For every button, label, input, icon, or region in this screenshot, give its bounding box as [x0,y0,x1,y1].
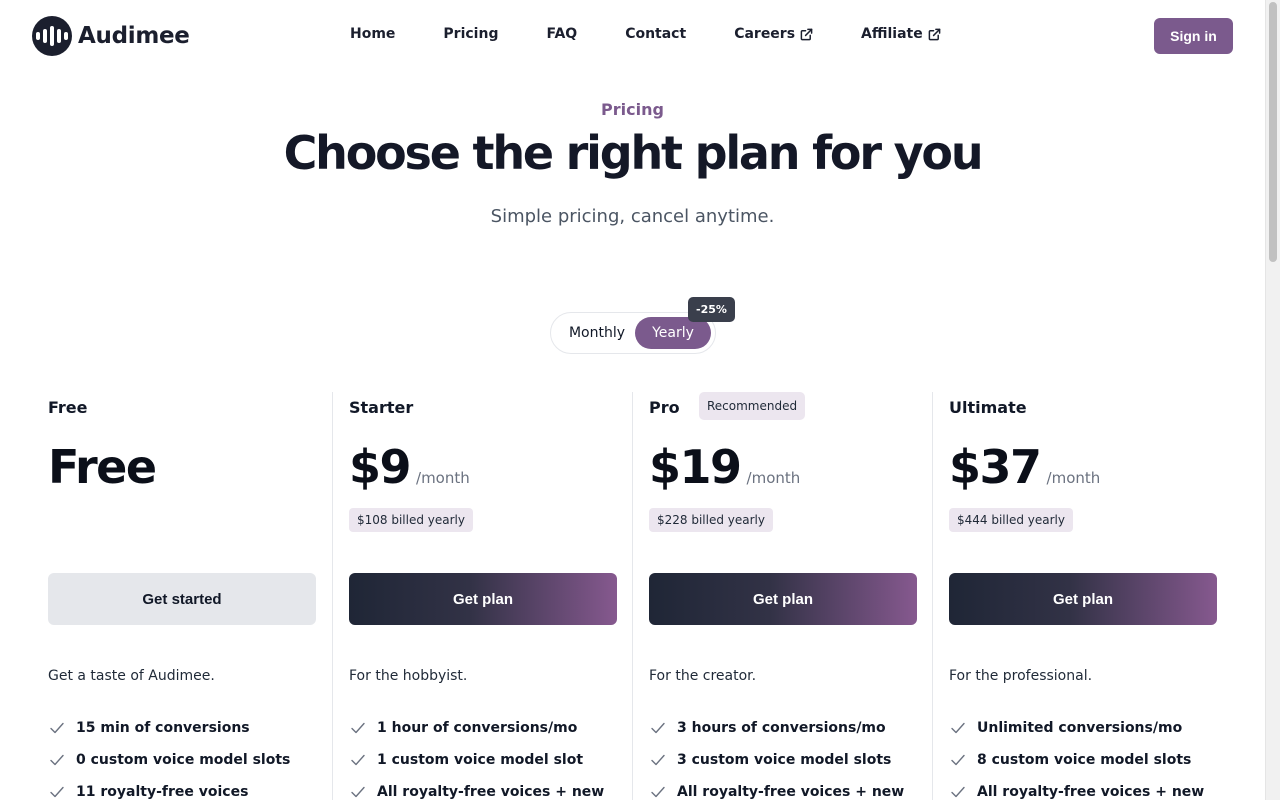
nav-home-label: Home [350,26,396,42]
plan-price: $37 /month [949,440,1100,494]
feature-text: 3 custom voice model slots [677,752,892,768]
check-icon [951,786,965,798]
feature-item: 3 custom voice model slots [649,744,904,776]
billed-yearly-badge: $108 billed yearly [349,508,473,532]
price-amount: $9 [349,440,412,494]
price-amount: $19 [649,440,742,494]
feature-item: 11 royalty-free voices [48,776,290,800]
waveform-logo-icon [32,16,72,56]
feature-text: 8 custom voice model slots [977,752,1192,768]
price-amount: $37 [949,440,1042,494]
nav-faq-label: FAQ [546,26,578,42]
check-icon [651,722,665,734]
plan-name: Ultimate [949,398,1027,417]
sign-in-button[interactable]: Sign in [1154,18,1233,54]
get-plan-button[interactable]: Get plan [649,573,917,625]
check-icon [351,754,365,766]
site-header: Audimee Home Pricing FAQ Contact Careers… [0,0,1265,72]
feature-list: 3 hours of conversions/mo 3 custom voice… [649,712,904,800]
feature-text: All royalty-free voices + new [377,784,605,800]
feature-item: Unlimited conversions/mo [949,712,1204,744]
external-link-icon [928,28,941,40]
nav-affiliate-label: Affiliate [861,26,923,42]
pricing-eyebrow: Pricing [601,100,664,119]
plans-grid: Free Free Get started Get a taste of Aud… [32,392,1233,800]
feature-item: 1 hour of conversions/mo [349,712,604,744]
nav-affiliate[interactable]: Affiliate [861,26,941,42]
feature-list: Unlimited conversions/mo 8 custom voice … [949,712,1204,800]
plan-description: For the creator. [649,668,757,684]
check-icon [651,754,665,766]
toggle-monthly[interactable]: Monthly [557,317,637,349]
feature-item: 15 min of conversions [48,712,290,744]
nav-contact[interactable]: Contact [625,26,686,42]
feature-item: All royalty-free voices + new [349,776,604,800]
price-amount: Free [48,440,157,494]
scrollbar-thumb[interactable] [1269,2,1277,262]
get-plan-button[interactable]: Get plan [949,573,1217,625]
plan-price: $19 /month [649,440,800,494]
plan-name: Starter [349,398,414,417]
billed-yearly-badge: $444 billed yearly [949,508,1073,532]
plan-name: Pro [649,398,680,417]
feature-text: 15 min of conversions [76,720,250,736]
plan-name: Free [48,398,88,417]
plan-price: $9 /month [349,440,470,494]
feature-text: 1 custom voice model slot [377,752,584,768]
page-scrollbar[interactable] [1265,0,1280,800]
feature-item: 1 custom voice model slot [349,744,604,776]
price-period: /month [746,469,801,487]
check-icon [50,754,64,766]
feature-text: All royalty-free voices + new [677,784,905,800]
plan-description: Get a taste of Audimee. [48,668,215,684]
price-period: /month [416,469,470,487]
nav-contact-label: Contact [625,26,687,42]
plan-card-ultimate: Ultimate $37 /month $444 billed yearly G… [932,392,1232,800]
feature-item: 3 hours of conversions/mo [649,712,904,744]
check-icon [50,722,64,734]
get-started-button[interactable]: Get started [48,573,316,625]
nav-home[interactable]: Home [350,26,395,42]
feature-item: 0 custom voice model slots [48,744,290,776]
price-period: /month [1046,469,1101,487]
feature-item: All royalty-free voices + new [649,776,904,800]
feature-text: 3 hours of conversions/mo [677,720,886,736]
plan-price: Free [48,440,157,494]
check-icon [651,786,665,798]
page-title: Choose the right plan for you [283,126,984,180]
feature-item: 8 custom voice model slots [949,744,1204,776]
plan-card-free: Free Free Get started Get a taste of Aud… [32,392,332,800]
plan-card-pro: Pro Recommended $19 /month $228 billed y… [632,392,932,800]
main-nav: Home Pricing FAQ Contact Careers Affilia… [350,26,941,42]
feature-text: 1 hour of conversions/mo [377,720,578,736]
recommended-badge: Recommended [699,392,806,420]
external-link-icon [800,28,813,40]
check-icon [951,722,965,734]
check-icon [351,786,365,798]
check-icon [351,722,365,734]
nav-careers-label: Careers [734,26,796,42]
check-icon [50,786,64,798]
feature-text: 0 custom voice model slots [76,752,291,768]
nav-careers[interactable]: Careers [734,26,813,42]
plan-description: For the hobbyist. [349,668,468,684]
plan-card-starter: Starter $9 /month $108 billed yearly Get… [332,392,632,800]
check-icon [951,754,965,766]
discount-badge: -25% [688,297,735,322]
feature-text: All royalty-free voices + new [977,784,1205,800]
feature-item: All royalty-free voices + new [949,776,1204,800]
feature-list: 15 min of conversions 0 custom voice mod… [48,712,290,800]
brand-logo[interactable]: Audimee [32,16,190,56]
billed-yearly-badge: $228 billed yearly [649,508,773,532]
page-subtitle: Simple pricing, cancel anytime. [490,206,775,227]
feature-list: 1 hour of conversions/mo 1 custom voice … [349,712,604,800]
plan-description: For the professional. [949,668,1093,684]
brand-name: Audimee [78,23,190,49]
nav-pricing-label: Pricing [443,26,499,42]
get-plan-button[interactable]: Get plan [349,573,617,625]
nav-faq[interactable]: FAQ [546,26,577,42]
feature-text: 11 royalty-free voices [76,784,249,800]
feature-text: Unlimited conversions/mo [977,720,1183,736]
nav-pricing[interactable]: Pricing [443,26,498,42]
